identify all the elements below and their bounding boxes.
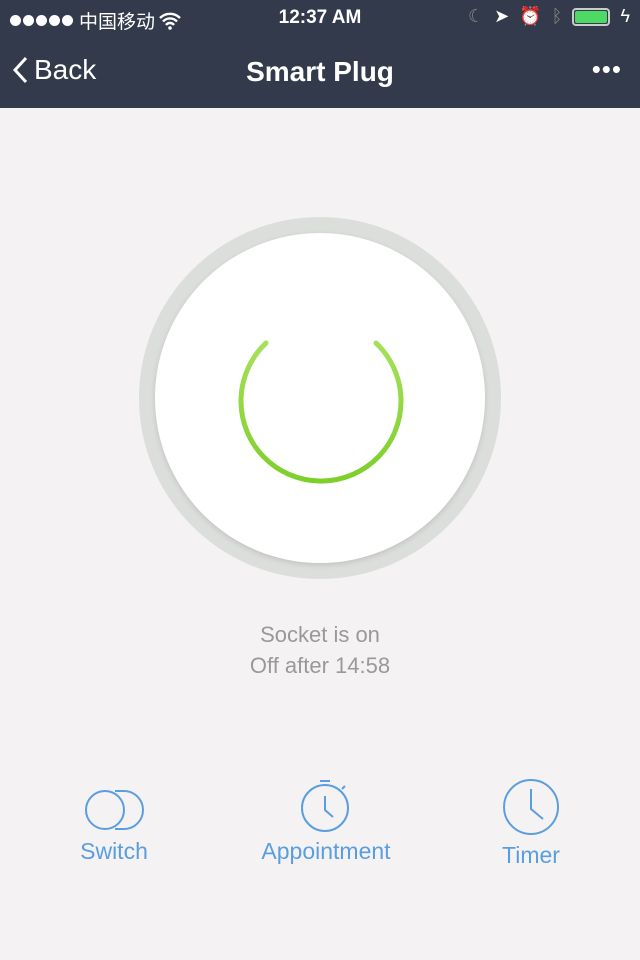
charging-icon: ϟ (620, 6, 630, 26)
alarm-icon: ⏰ (519, 6, 542, 26)
battery-icon (572, 7, 611, 26)
location-icon: ➤ (494, 6, 510, 26)
clock-icon (503, 779, 559, 835)
bluetooth-icon: ᛒ (551, 6, 563, 26)
more-button[interactable]: ••• (592, 54, 622, 85)
switch-button[interactable]: Switch (60, 788, 168, 865)
off-timer-status: Off after 14:58 (249, 653, 391, 678)
appointment-button[interactable]: Appointment (250, 780, 402, 865)
stopwatch-icon (301, 780, 349, 832)
socket-status: Socket is on (260, 622, 380, 647)
page-title: Smart Plug (246, 56, 394, 87)
switch-label: Switch (80, 838, 148, 864)
header: 中国移动 12:37 AM ☾ ➤ ⏰ ᛒ ϟ Back Smart Plug ••• (0, 0, 640, 108)
power-icon (238, 315, 404, 484)
moon-icon: ☾ (468, 6, 485, 26)
timer-label: Timer (502, 842, 560, 868)
timer-button[interactable]: Timer (480, 779, 582, 869)
switch-icon (85, 790, 144, 830)
status-bar: 中国移动 12:37 AM ☾ ➤ ⏰ ᛒ ϟ (0, 0, 640, 36)
power-button[interactable] (139, 217, 501, 579)
appointment-label: Appointment (261, 838, 391, 864)
